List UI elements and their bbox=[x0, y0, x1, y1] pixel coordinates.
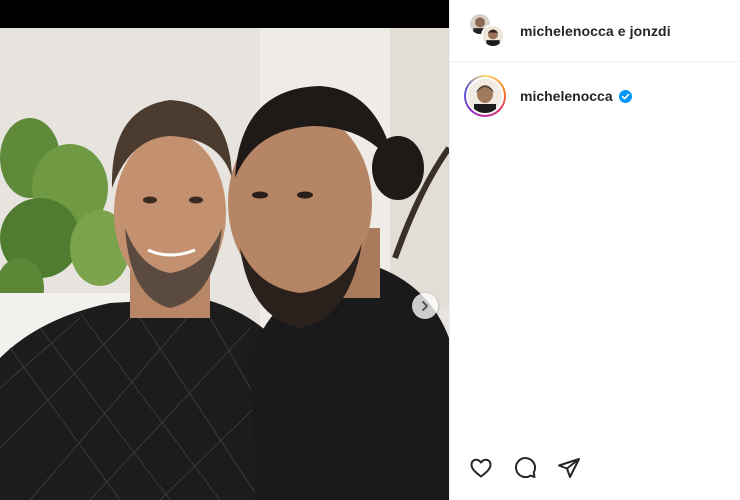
post-author: michelenocca bbox=[450, 72, 740, 120]
avatar-jonzdi[interactable] bbox=[481, 23, 505, 48]
post-photo bbox=[0, 28, 449, 500]
post-header-title[interactable]: michelenocca e jonzdi bbox=[520, 23, 671, 39]
post-viewer: michelenocca e jonzdi michelenocca bbox=[0, 0, 740, 500]
story-ring[interactable] bbox=[464, 75, 506, 117]
heart-icon bbox=[470, 458, 492, 478]
like-button[interactable] bbox=[468, 455, 494, 481]
post-media[interactable] bbox=[0, 0, 449, 500]
collab-avatars[interactable] bbox=[468, 11, 506, 50]
post-side-panel: michelenocca e jonzdi michelenocca bbox=[449, 0, 740, 500]
comment-button[interactable] bbox=[512, 455, 538, 481]
media-top-bar bbox=[0, 0, 449, 28]
chevron-right-icon bbox=[422, 301, 428, 311]
post-actions bbox=[468, 455, 582, 481]
share-button[interactable] bbox=[556, 455, 582, 481]
post-header: michelenocca e jonzdi bbox=[450, 0, 740, 62]
author-avatar[interactable] bbox=[466, 77, 504, 115]
paper-plane-icon bbox=[558, 458, 580, 478]
author-username[interactable]: michelenocca bbox=[520, 88, 613, 104]
verified-badge-icon bbox=[618, 89, 632, 103]
comment-icon bbox=[515, 457, 537, 479]
carousel-next-button[interactable] bbox=[412, 293, 438, 319]
